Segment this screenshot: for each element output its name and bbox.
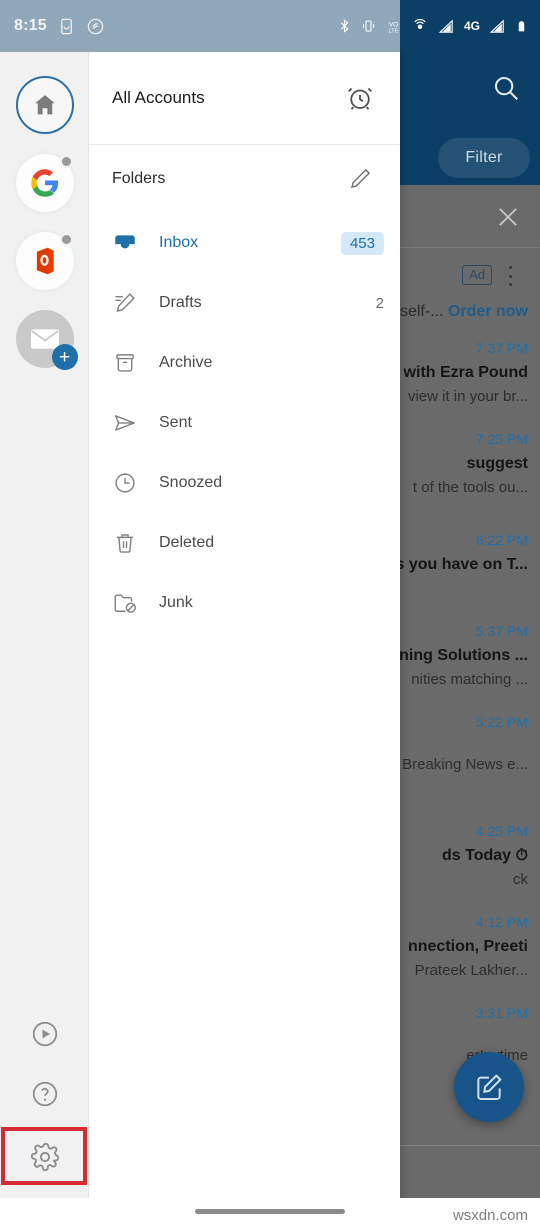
clock-icon	[112, 470, 146, 496]
folder-label: Inbox	[159, 234, 199, 251]
navigation-drawer: + All Accounts Folders Inbox 453 Drafts …	[0, 52, 400, 1230]
archive-icon	[112, 350, 146, 376]
drawer-header: All Accounts	[89, 52, 400, 145]
accounts-rail: +	[0, 52, 89, 1230]
folder-item-deleted[interactable]: Deleted	[89, 513, 400, 573]
folder-item-junk[interactable]: Junk	[89, 573, 400, 633]
sidebar-item-office-account[interactable]	[0, 223, 89, 299]
alarm-clock-icon[interactable]	[338, 76, 382, 120]
filter-button[interactable]: Filter	[438, 138, 530, 178]
gesture-handle[interactable]	[195, 1209, 345, 1214]
ad-badge: Ad	[462, 265, 492, 286]
avatar: +	[15, 310, 78, 370]
add-badge-icon[interactable]: +	[51, 344, 78, 370]
folder-label: Drafts	[159, 294, 202, 311]
more-vertical-icon[interactable]	[500, 263, 520, 289]
account-status-dot	[59, 233, 73, 246]
sidebar-item-help[interactable]	[0, 1064, 89, 1124]
question-circle-icon	[32, 1081, 57, 1107]
compose-button[interactable]	[454, 1052, 524, 1122]
folder-label: Snoozed	[159, 474, 223, 491]
sidebar-item-settings[interactable]	[0, 1127, 89, 1187]
sidebar-item-home-account[interactable]	[0, 67, 89, 143]
filter-label: Filter	[465, 149, 503, 166]
unread-badge: 453	[340, 231, 384, 255]
folder-item-archive[interactable]: Archive	[89, 333, 400, 393]
folder-label: Archive	[159, 354, 213, 371]
ad-snippet: self-...	[399, 303, 444, 320]
account-status-dot	[59, 155, 73, 168]
inbox-icon	[112, 230, 146, 256]
avatar	[15, 232, 74, 290]
drawer-panel: All Accounts Folders Inbox 453 Drafts 2 …	[89, 52, 400, 1230]
home-icon	[34, 95, 55, 115]
folders-section-header: Folders	[89, 145, 400, 213]
page-title: All Accounts	[112, 88, 205, 107]
play-circle-icon	[32, 1021, 57, 1047]
preview-text: ck	[513, 871, 528, 888]
folder-item-drafts[interactable]: Drafts 2	[89, 273, 400, 333]
google-icon	[30, 169, 58, 197]
folder-item-snoozed[interactable]: Snoozed	[89, 453, 400, 513]
statusbar-scrim	[0, 0, 400, 52]
folder-label: Deleted	[159, 534, 215, 551]
avatar	[15, 76, 74, 134]
sidebar-item-add-account[interactable]: +	[0, 301, 89, 377]
search-icon[interactable]	[484, 66, 528, 110]
folder-list: Inbox 453 Drafts 2 Archive Sent Snoozed …	[89, 213, 400, 1230]
drafts-icon	[112, 290, 146, 316]
close-icon[interactable]	[490, 199, 526, 235]
office-icon	[36, 247, 54, 275]
folder-item-inbox[interactable]: Inbox 453	[89, 213, 400, 273]
ad-cta[interactable]: Order now	[448, 303, 528, 320]
folder-label: Sent	[159, 414, 192, 431]
folder-item-sent[interactable]: Sent	[89, 393, 400, 453]
watermark-label: wsxdn.com	[452, 1207, 528, 1224]
phone-screen: Filter Ad self-... Order now 7:37 PM wit…	[0, 0, 540, 1230]
avatar	[15, 154, 74, 212]
sidebar-item-play[interactable]	[0, 1004, 89, 1064]
junk-icon	[112, 590, 146, 616]
gear-icon	[30, 1142, 59, 1172]
sidebar-item-google-account[interactable]	[0, 145, 89, 221]
trash-icon	[112, 530, 146, 556]
folder-label: Junk	[159, 594, 193, 611]
pencil-icon[interactable]	[338, 157, 382, 201]
sent-icon	[112, 410, 146, 436]
folder-count: 2	[375, 294, 384, 312]
folders-label: Folders	[112, 170, 166, 187]
